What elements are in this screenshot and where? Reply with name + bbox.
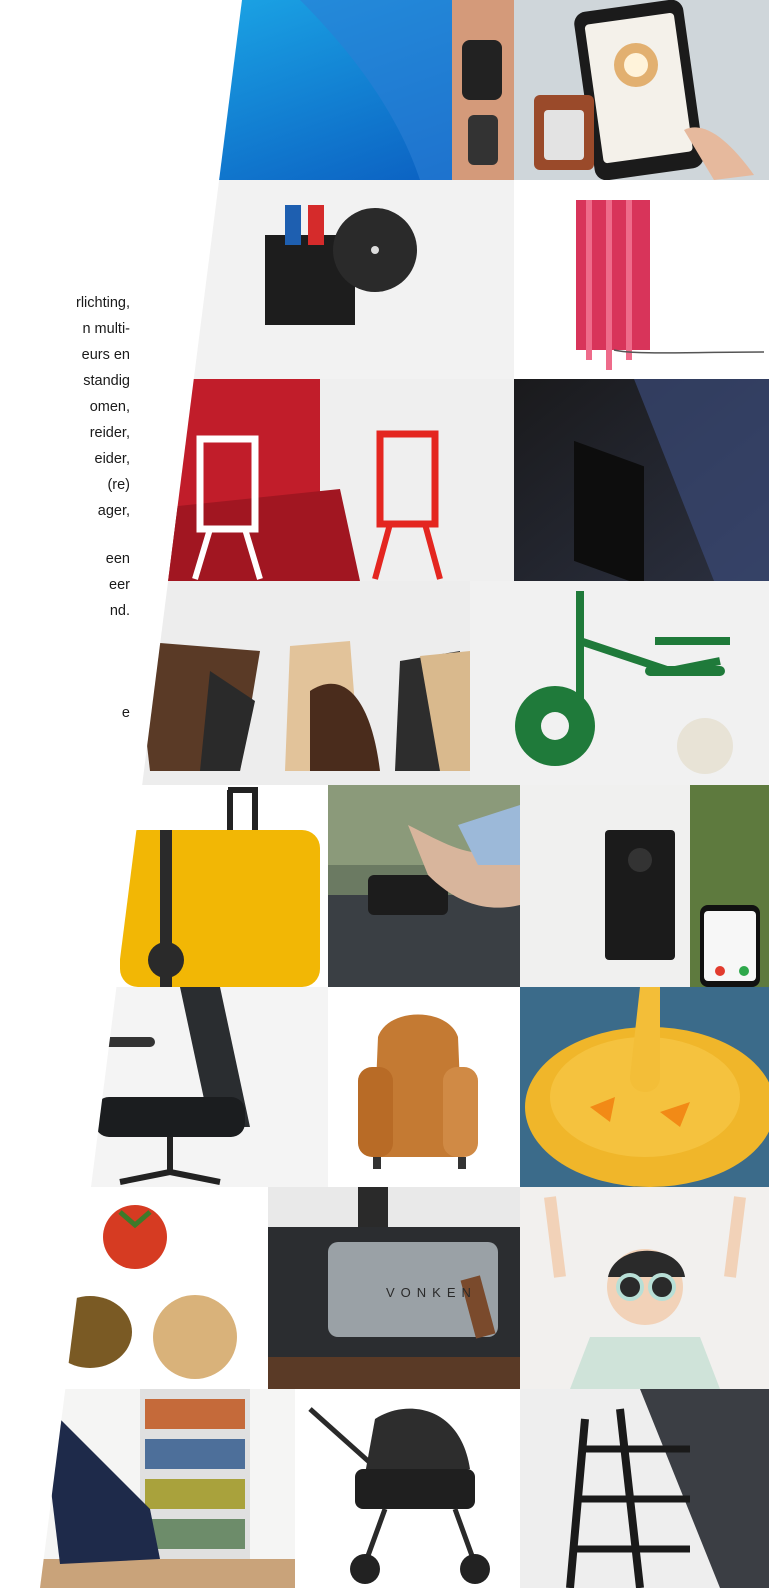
tile-black-rack[interactable] bbox=[520, 1389, 769, 1588]
text-line: eurs en bbox=[81, 347, 130, 363]
text-line: standig bbox=[83, 373, 130, 389]
tile-green-tricycle[interactable] bbox=[470, 581, 769, 785]
text-line: ager, bbox=[97, 503, 130, 519]
text-line: nd. bbox=[109, 603, 130, 619]
text-line: rlichting, bbox=[76, 295, 130, 311]
tile-video-doorbell[interactable] bbox=[520, 785, 769, 987]
tile-display-screen[interactable] bbox=[514, 379, 769, 581]
tile-roof-rack-clamp[interactable] bbox=[328, 785, 520, 987]
tile-lounge-chair[interactable] bbox=[40, 1389, 295, 1588]
tile-tablet-device[interactable] bbox=[514, 0, 769, 180]
text-line: e bbox=[121, 705, 130, 721]
tile-yellow-bowl[interactable] bbox=[520, 987, 769, 1187]
tile-kids-sunglasses[interactable] bbox=[520, 1187, 769, 1389]
text-line: eer bbox=[109, 577, 130, 593]
tile-exoskeleton[interactable] bbox=[40, 0, 514, 180]
tile-red-lamp[interactable] bbox=[514, 180, 769, 379]
tile-yellow-suitcase[interactable] bbox=[40, 785, 328, 987]
tile-biomaterials[interactable] bbox=[40, 1187, 268, 1389]
stove-brand-label: VONKEN bbox=[386, 1285, 477, 1300]
tile-vonken-stove[interactable]: VONKEN bbox=[268, 1187, 520, 1389]
text-line: n multi- bbox=[82, 321, 130, 337]
tile-office-chair[interactable] bbox=[40, 987, 328, 1187]
text-line: reider, bbox=[89, 425, 130, 441]
tile-leather-armchair[interactable] bbox=[328, 987, 520, 1187]
intro-text: rlichting, n multi- eurs en standig omen… bbox=[0, 290, 130, 726]
text-line: een bbox=[105, 551, 130, 567]
tile-stroller[interactable] bbox=[295, 1389, 520, 1588]
text-line: eider, bbox=[94, 451, 130, 467]
text-line: (re) bbox=[107, 477, 130, 493]
text-line: omen, bbox=[89, 399, 130, 415]
product-collage: VONKEN bbox=[40, 0, 769, 1588]
